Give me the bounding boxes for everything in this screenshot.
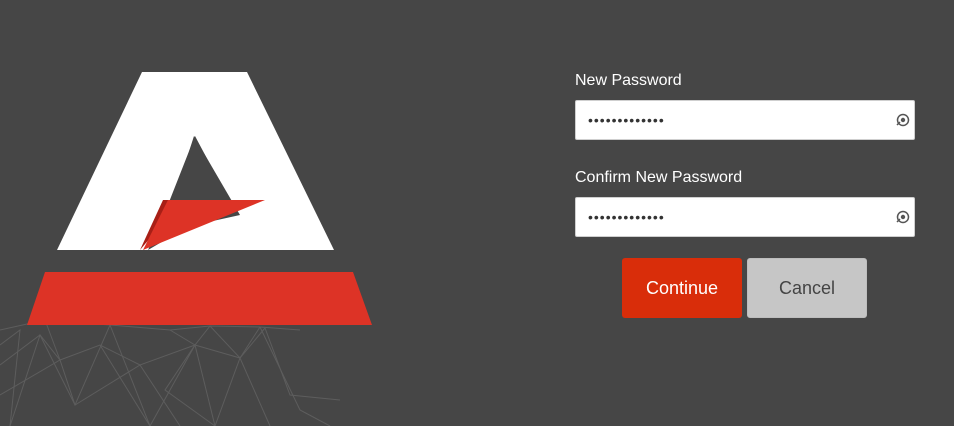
confirm-password-field-wrap — [575, 197, 915, 237]
eye-reveal-icon[interactable] — [895, 112, 911, 128]
continue-button[interactable]: Continue — [622, 258, 742, 318]
new-password-input[interactable] — [575, 100, 915, 140]
eye-reveal-icon[interactable] — [895, 209, 911, 225]
confirm-password-input[interactable] — [575, 197, 915, 237]
company-logo — [27, 72, 372, 325]
logo-red-base — [27, 272, 372, 325]
new-password-field-wrap — [575, 100, 915, 140]
confirm-password-label: Confirm New Password — [575, 169, 743, 186]
new-password-label: New Password — [575, 72, 682, 89]
cancel-button[interactable]: Cancel — [747, 258, 867, 318]
form-actions: Continue Cancel — [622, 258, 867, 318]
login-page: New Password Confirm New Password Contin… — [0, 0, 954, 426]
password-form: New Password Confirm New Password — [575, 70, 915, 264]
